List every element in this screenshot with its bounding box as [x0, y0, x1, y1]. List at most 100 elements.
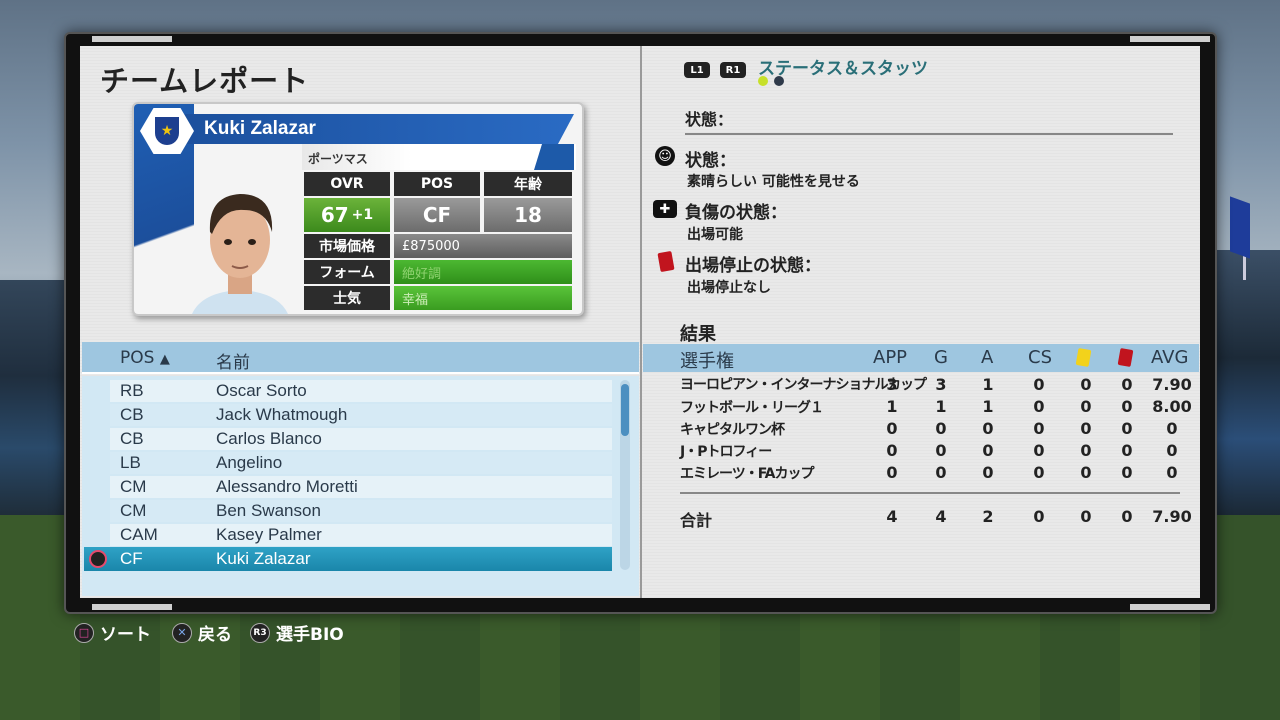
- list-item[interactable]: CAM Kasey Palmer: [110, 524, 612, 546]
- red-cell: 0: [1121, 397, 1133, 416]
- injury-heading: 負傷の状態：: [685, 203, 787, 223]
- competition-name: J・Pトロフィー: [680, 444, 772, 460]
- app-cell: 3: [886, 375, 898, 394]
- assists-cell: 0: [982, 441, 994, 460]
- cs-cell: 0: [1033, 441, 1045, 460]
- cs-cell: 0: [1033, 397, 1045, 416]
- list-item-name: Jack Whatmough: [216, 405, 348, 424]
- red-cell: 0: [1121, 419, 1133, 438]
- avg-cell: 0: [1166, 419, 1178, 438]
- list-item-name: Ben Swanson: [216, 501, 321, 520]
- player-portrait: [192, 194, 288, 314]
- list-item[interactable]: RB Oscar Sorto: [110, 380, 612, 402]
- flag: [1230, 196, 1250, 259]
- value-label: 市場価格: [304, 234, 390, 258]
- list-item-selected[interactable]: CF Kuki Zalazar: [84, 547, 612, 571]
- list-item-pos: CM: [120, 477, 147, 496]
- list-item[interactable]: CM Ben Swanson: [110, 500, 612, 522]
- panel-divider: [640, 46, 642, 598]
- list-item[interactable]: CB Carlos Blanco: [110, 428, 612, 450]
- suspension-heading: 出場停止の状態：: [685, 256, 821, 276]
- goals-cell: 4: [935, 507, 947, 526]
- list-item-name: Kasey Palmer: [216, 525, 322, 544]
- sort-label: ソート: [100, 625, 151, 645]
- col-competition: 選手権: [680, 351, 734, 372]
- stadium-background-left: [0, 280, 70, 520]
- column-name-label: 名前: [216, 353, 250, 373]
- page-indicator-active: [758, 76, 768, 86]
- page-title: チームレポート: [100, 64, 310, 98]
- sort-arrow-up-icon: ▲: [159, 352, 170, 367]
- back-label: 戻る: [198, 625, 232, 645]
- page-indicator: [774, 76, 784, 86]
- goals-cell: 0: [935, 463, 947, 482]
- list-item[interactable]: LB Angelino: [110, 452, 612, 474]
- list-item-pos: CM: [120, 501, 147, 520]
- col-app: APP: [873, 347, 908, 368]
- total-label: 合計: [680, 511, 713, 530]
- list-item-name: Kuki Zalazar: [216, 549, 311, 568]
- back-hint[interactable]: ✕ 戻る: [172, 620, 232, 645]
- tab-title: ステータス＆スタッツ: [758, 59, 928, 79]
- list-item-name: Angelino: [216, 453, 283, 472]
- red-card-icon: [657, 250, 675, 273]
- avg-cell: 0: [1166, 441, 1178, 460]
- frame-corner: [92, 604, 172, 610]
- list-item-name: Carlos Blanco: [216, 429, 322, 448]
- age-value: 18: [484, 198, 572, 232]
- ovr-header: OVR: [304, 172, 390, 196]
- form-label: フォーム: [304, 260, 390, 284]
- app-cell: 1: [886, 397, 898, 416]
- competition-name: キャピタルワン杯: [680, 422, 785, 438]
- app-cell: 0: [886, 419, 898, 438]
- ovr-value-cell: 67 +1: [304, 198, 390, 232]
- list-item-pos: CAM: [120, 525, 158, 544]
- yellow-cell: 0: [1080, 397, 1092, 416]
- medical-icon: ✚: [653, 200, 677, 218]
- yellow-cell: 0: [1080, 463, 1092, 482]
- r1-button[interactable]: R1: [720, 62, 746, 78]
- bio-hint[interactable]: R3 選手BIO: [250, 620, 344, 645]
- avg-cell: 7.90: [1152, 375, 1192, 394]
- bio-label: 選手BIO: [276, 625, 344, 645]
- sort-hint[interactable]: □ ソート: [74, 620, 151, 645]
- l1-button[interactable]: L1: [684, 62, 710, 78]
- cs-cell: 0: [1033, 419, 1045, 438]
- injury-value: 出場可能: [687, 227, 743, 243]
- app-cell: 0: [886, 463, 898, 482]
- stadium-background-right: [1210, 250, 1280, 520]
- goals-cell: 0: [935, 441, 947, 460]
- cs-cell: 0: [1033, 375, 1045, 394]
- assists-cell: 1: [982, 375, 994, 394]
- player-list-header: POS ▲ 名前: [82, 342, 639, 374]
- suspension-value: 出場停止なし: [687, 280, 771, 296]
- player-list: RB Oscar Sorto CB Jack Whatmough CB Carl…: [82, 376, 639, 596]
- divider: [685, 133, 1173, 135]
- list-item[interactable]: CB Jack Whatmough: [110, 404, 612, 426]
- ovr-value: 67: [320, 203, 349, 227]
- club-name: ポーツマス: [308, 152, 368, 166]
- cross-button-icon: ✕: [172, 622, 192, 643]
- goals-cell: 0: [935, 419, 947, 438]
- form-value: 絶好調: [394, 260, 572, 284]
- column-pos-sort[interactable]: POS ▲: [120, 348, 170, 368]
- column-pos-label: POS: [120, 348, 155, 368]
- assists-cell: 0: [982, 463, 994, 482]
- morale-value: 幸福: [394, 286, 572, 310]
- red-cell: 0: [1121, 441, 1133, 460]
- list-scrollbar-thumb[interactable]: [621, 384, 629, 436]
- col-cleansheets: CS: [1028, 347, 1052, 368]
- frame-corner: [92, 36, 172, 42]
- avg-cell: 7.90: [1152, 507, 1192, 526]
- divider: [680, 492, 1180, 494]
- col-assists: A: [981, 347, 994, 368]
- player-card: Kuki Zalazar ポーツマス ★ OVR POS 年齢 67 +1 CF …: [132, 102, 584, 316]
- avg-cell: 0: [1166, 463, 1178, 482]
- yellow-cell: 0: [1080, 419, 1092, 438]
- list-item-name: Alessandro Moretti: [216, 477, 358, 496]
- list-item-pos: LB: [120, 453, 141, 472]
- list-item[interactable]: CM Alessandro Moretti: [110, 476, 612, 498]
- age-header: 年齢: [484, 172, 572, 196]
- circle-button-icon: [89, 550, 107, 568]
- morale-label: 士気: [304, 286, 390, 310]
